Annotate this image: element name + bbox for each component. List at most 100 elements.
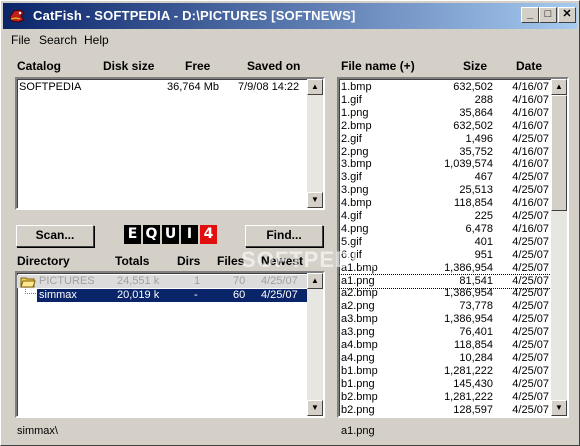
file-row[interactable]: 1.gif 288 4/16/07 xyxy=(339,94,551,107)
tree-item-totals: 20,019 k xyxy=(117,289,160,301)
file-name: a1.bmp xyxy=(341,261,378,274)
tree-item-files: 70 xyxy=(233,275,246,287)
close-button[interactable]: ✕ xyxy=(558,7,576,23)
file-row[interactable]: 5.gif 401 4/25/07 xyxy=(339,236,551,249)
file-row[interactable]: b1.png 145,430 4/25/07 xyxy=(339,378,551,391)
menu-file[interactable]: File xyxy=(11,33,30,47)
file-row[interactable]: 3.png 25,513 4/25/07 xyxy=(339,184,551,197)
directory-tree[interactable]: PICTURES 24,551 k 1 70 4/25/07 simmax 20… xyxy=(15,271,325,418)
find-button[interactable]: Find... xyxy=(245,225,323,247)
menu-help[interactable]: Help xyxy=(84,33,109,47)
file-date: 4/25/07 xyxy=(512,403,549,416)
file-list[interactable]: 1.bmp 632,502 4/16/07 1.gif 288 4/16/07 1.png 3… xyxy=(337,77,569,418)
file-size: 128,597 xyxy=(453,403,493,416)
totals-header[interactable]: Totals xyxy=(115,254,149,268)
file-size: 1,386,954 xyxy=(444,287,493,300)
file-size: 632,502 xyxy=(453,119,493,132)
dirs-header[interactable]: Dirs xyxy=(177,254,200,268)
date-header[interactable]: Date xyxy=(516,59,542,73)
file-row[interactable]: 2.gif 1,496 4/25/07 xyxy=(339,133,551,146)
file-row[interactable]: a2.bmp 1,386,954 4/25/07 xyxy=(339,287,551,300)
file-name: 3.bmp xyxy=(341,158,372,171)
file-size: 118,854 xyxy=(454,197,493,210)
file-row[interactable]: 3.bmp 1,039,574 4/16/07 xyxy=(339,158,551,171)
menu-search[interactable]: Search xyxy=(39,33,77,47)
file-size: 1,496 xyxy=(465,132,493,145)
file-name: 2.png xyxy=(341,145,369,158)
scroll-up-icon[interactable]: ▲ xyxy=(551,79,567,95)
file-list-scrollbar[interactable]: ▲ ▼ xyxy=(551,79,567,416)
file-date: 4/25/07 xyxy=(512,326,549,339)
disk-size-header[interactable]: Disk size xyxy=(103,59,154,73)
file-name-header[interactable]: File name (+) xyxy=(341,59,415,73)
file-row[interactable]: a3.png 76,401 4/25/07 xyxy=(339,326,551,339)
file-row[interactable]: a1.png 81,541 4/25/07 xyxy=(339,273,552,289)
scroll-up-icon[interactable]: ▲ xyxy=(307,273,323,289)
catalog-header[interactable]: Catalog xyxy=(17,59,61,73)
file-row[interactable]: 2.png 35,752 4/16/07 xyxy=(339,146,551,159)
file-name: 4.png xyxy=(341,222,369,235)
catalog-row[interactable]: SOFTPEDIA 36,764 Mb 7/9/08 14:22 xyxy=(17,81,307,94)
file-row[interactable]: 1.bmp 632,502 4/16/07 xyxy=(339,81,551,94)
title-bar[interactable]: CatFish - SOFTPEDIA - D:\PICTURES [SOFTN… xyxy=(3,3,577,29)
file-date: 4/25/07 xyxy=(512,313,549,326)
file-row[interactable]: 2.bmp 632,502 4/16/07 xyxy=(339,120,551,133)
file-row[interactable]: b2.png 128,597 4/25/07 xyxy=(339,404,551,417)
minimize-button[interactable]: _ xyxy=(521,7,539,23)
saved-on-header[interactable]: Saved on xyxy=(247,59,300,73)
file-date: 4/16/07 xyxy=(512,222,549,235)
catalog-name: SOFTPEDIA xyxy=(19,81,82,93)
file-row[interactable]: 1.png 35,864 4/16/07 xyxy=(339,107,551,120)
file-date: 4/25/07 xyxy=(512,184,549,197)
tree-connector xyxy=(25,287,37,294)
maximize-button[interactable]: □ xyxy=(539,7,557,23)
file-row[interactable]: b1.bmp 1,281,222 4/25/07 xyxy=(339,365,551,378)
file-row[interactable]: a3.bmp 1,386,954 4/25/07 xyxy=(339,313,551,326)
file-name: 1.gif xyxy=(341,93,362,106)
file-size: 951 xyxy=(474,248,493,261)
file-date: 4/25/07 xyxy=(512,171,549,184)
file-row[interactable]: a4.bmp 118,854 4/25/07 xyxy=(339,339,551,352)
directory-header[interactable]: Directory xyxy=(17,254,70,268)
newest-header[interactable]: Newest xyxy=(261,254,303,268)
file-name: 1.bmp xyxy=(341,81,372,93)
file-row[interactable]: 4.gif 225 4/25/07 xyxy=(339,210,551,223)
files-header[interactable]: Files xyxy=(217,254,244,268)
catalog-list[interactable]: SOFTPEDIA 36,764 Mb 7/9/08 14:22 ▲ ▼ xyxy=(15,77,325,210)
file-row[interactable]: 6.gif 951 4/25/07 xyxy=(339,249,551,262)
scroll-up-icon[interactable]: ▲ xyxy=(307,79,323,95)
tree-item-label: simmax xyxy=(39,289,77,301)
menu-bar: File Search Help xyxy=(3,30,577,49)
file-row[interactable]: a1.bmp 1,386,954 4/25/07 xyxy=(339,262,551,275)
equi4-logo: E Q U I 4 xyxy=(124,225,217,244)
file-row[interactable]: a2.png 73,778 4/25/07 xyxy=(339,300,551,313)
scroll-down-icon[interactable]: ▼ xyxy=(307,400,323,416)
file-name: b2.bmp xyxy=(341,390,378,403)
file-date: 4/16/07 xyxy=(512,81,549,93)
scroll-down-icon[interactable]: ▼ xyxy=(307,192,323,208)
scroll-down-icon[interactable]: ▼ xyxy=(551,400,567,416)
catalog-scrollbar[interactable]: ▲ ▼ xyxy=(307,79,323,208)
tree-item-simmax[interactable]: simmax 20,019 k - 60 4/25/07 xyxy=(37,289,309,302)
file-row[interactable]: 3.gif 467 4/25/07 xyxy=(339,171,551,184)
file-row[interactable]: 4.bmp 118,854 4/16/07 xyxy=(339,197,551,210)
file-name: 4.gif xyxy=(341,210,362,222)
file-size: 467 xyxy=(474,171,493,184)
scan-button[interactable]: Scan... xyxy=(16,225,94,247)
size-header[interactable]: Size xyxy=(463,59,487,73)
file-row[interactable]: 4.png 6,478 4/16/07 xyxy=(339,223,551,236)
scroll-thumb[interactable] xyxy=(551,95,567,211)
file-date: 4/25/07 xyxy=(512,300,549,313)
file-size: 1,281,222 xyxy=(444,364,493,377)
tree-item-pictures[interactable]: PICTURES 24,551 k 1 70 4/25/07 xyxy=(17,275,309,288)
free-header[interactable]: Free xyxy=(185,59,210,73)
file-row[interactable]: b2.bmp 1,281,222 4/25/07 xyxy=(339,391,551,404)
file-name: 2.gif xyxy=(341,132,362,145)
tree-item-files: 60 xyxy=(233,289,246,301)
file-name: a1.png xyxy=(341,274,375,287)
directory-scrollbar[interactable]: ▲ ▼ xyxy=(307,273,323,416)
tree-item-label: PICTURES xyxy=(39,275,95,287)
file-row[interactable]: a4.png 10,284 4/25/07 xyxy=(339,352,551,365)
file-size: 1,386,954 xyxy=(444,313,493,326)
tree-item-totals: 24,551 k xyxy=(117,275,160,287)
